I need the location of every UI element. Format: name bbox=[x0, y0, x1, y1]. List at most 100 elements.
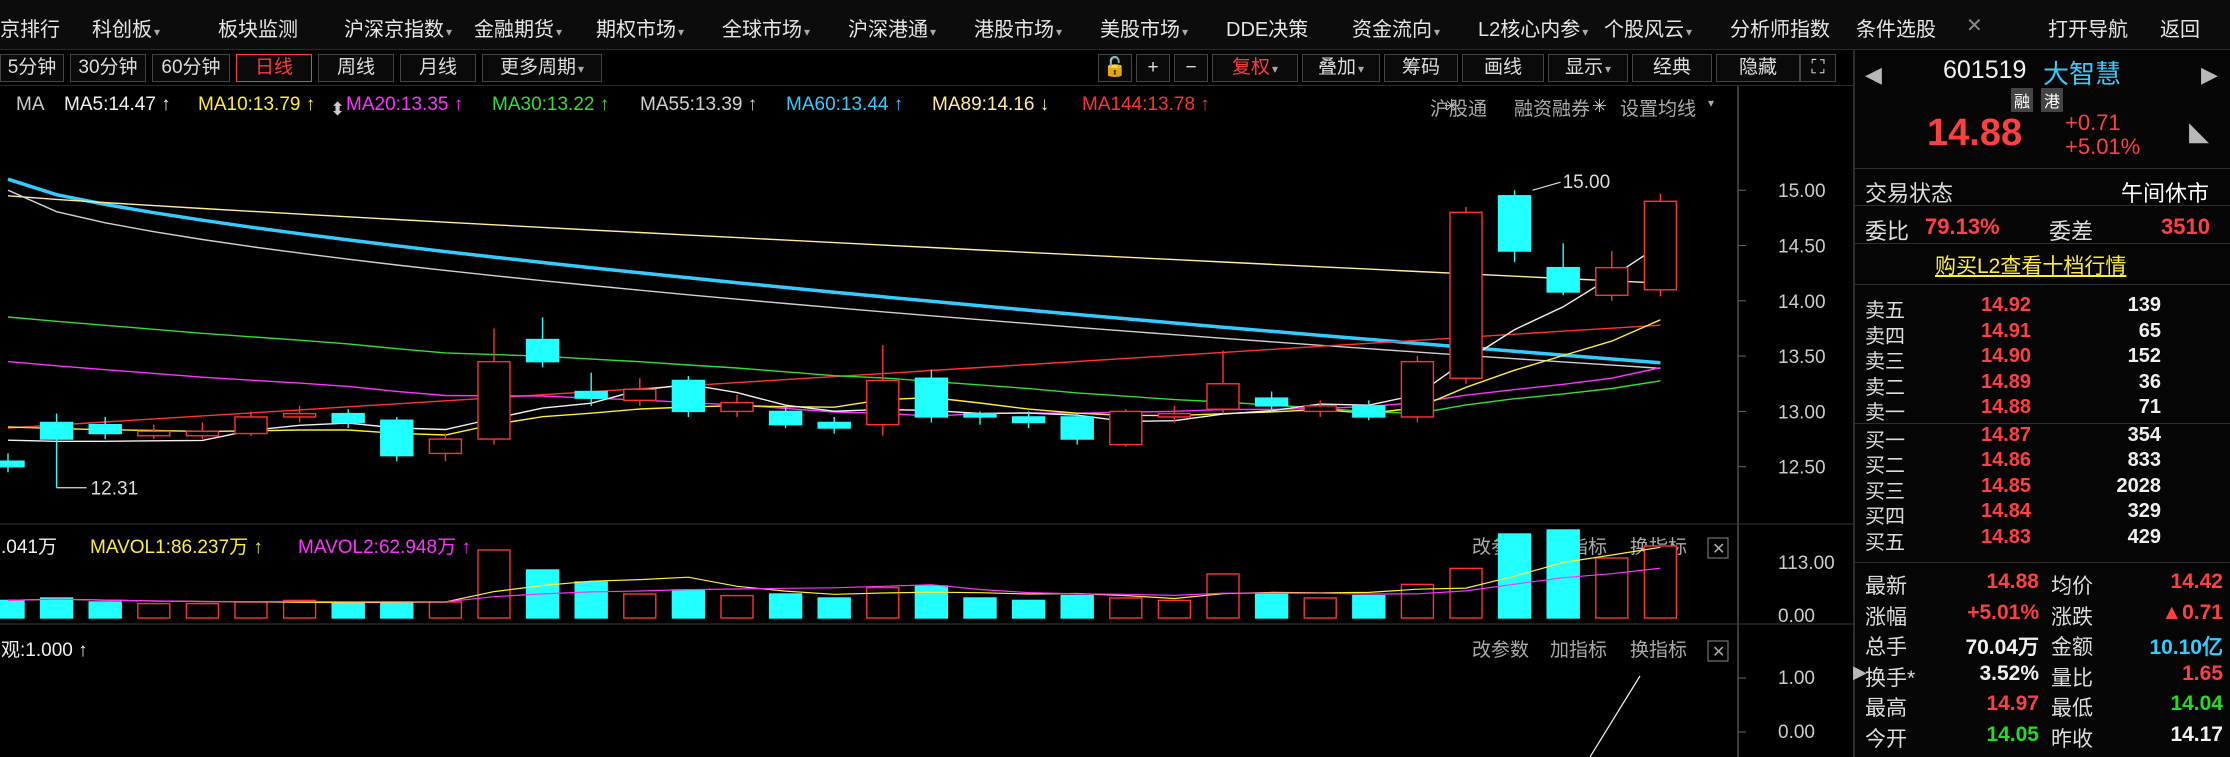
orderbook-price[interactable]: 14.89 bbox=[1981, 371, 2031, 394]
candle-body[interactable] bbox=[866, 379, 900, 426]
nav-item-8[interactable]: 港股市场 ▾ bbox=[974, 13, 1062, 42]
orderbook-price[interactable]: 14.92 bbox=[1981, 294, 2031, 317]
nav-item-5[interactable]: 期权市场 ▾ bbox=[596, 13, 684, 42]
event-marker-icon[interactable]: ⬍ bbox=[330, 99, 345, 120]
candle-body[interactable] bbox=[234, 416, 268, 435]
candle-body[interactable] bbox=[1595, 266, 1629, 296]
tool-button-0[interactable]: 复权 ▾ bbox=[1212, 54, 1298, 82]
candle-body[interactable] bbox=[1157, 412, 1192, 418]
lock-icon[interactable]: 🔓 bbox=[1098, 54, 1132, 82]
candle-body[interactable] bbox=[1546, 266, 1580, 293]
candle-body[interactable] bbox=[1109, 410, 1143, 446]
candle-body[interactable] bbox=[1352, 405, 1386, 418]
period-tab-2[interactable]: 60分钟 bbox=[152, 54, 230, 82]
ma-link-0[interactable]: 沪股通 bbox=[1430, 94, 1487, 121]
close-icon[interactable]: ✕ bbox=[1712, 642, 1725, 661]
event-marker-icon[interactable]: ✳ bbox=[1592, 96, 1607, 117]
close-icon[interactable]: ✕ bbox=[1712, 539, 1725, 558]
candle-body[interactable] bbox=[1400, 360, 1435, 418]
orderbook-price[interactable]: 14.83 bbox=[1981, 526, 2031, 549]
orderbook-price[interactable]: 14.91 bbox=[1981, 320, 2031, 343]
indicator-panel-link-0[interactable]: 改参数 bbox=[1472, 639, 1529, 661]
zoom-out-icon[interactable]: − bbox=[1174, 54, 1208, 82]
candle-body[interactable] bbox=[1254, 397, 1289, 407]
nav-item-11[interactable]: 资金流向 ▾ bbox=[1352, 13, 1440, 42]
orderbook-price[interactable]: 14.86 bbox=[1981, 449, 2031, 472]
tool-button-4[interactable]: 显示 ▾ bbox=[1548, 54, 1628, 82]
nav-item-13[interactable]: 个股风云 ▾ bbox=[1604, 13, 1692, 42]
nav-item-6[interactable]: 全球市场 ▾ bbox=[722, 13, 810, 42]
nav-item-1[interactable]: 科创板 ▾ bbox=[92, 13, 160, 42]
indicator-panel-link-2[interactable]: 换指标 bbox=[1630, 639, 1687, 661]
zoom-in-icon[interactable]: + bbox=[1136, 54, 1170, 82]
period-tab-6[interactable]: 更多周期 ▾ bbox=[482, 54, 602, 82]
candle-body[interactable] bbox=[1011, 416, 1046, 424]
nav-item-7[interactable]: 沪深港通 ▾ bbox=[848, 13, 936, 42]
fullscreen-icon[interactable]: ⛶ bbox=[1800, 54, 1836, 82]
next-stock-arrow[interactable]: ▶ bbox=[2201, 62, 2218, 88]
orderbook-price[interactable]: 14.87 bbox=[1981, 424, 2031, 447]
period-tab-0[interactable]: 5分钟 bbox=[0, 54, 64, 82]
period-tab-4[interactable]: 周线 bbox=[318, 54, 394, 82]
candle-body[interactable] bbox=[88, 423, 122, 435]
candle-body[interactable] bbox=[331, 412, 365, 424]
nav-item-0[interactable]: 京排行 bbox=[0, 13, 60, 42]
prev-stock-arrow[interactable]: ◀ bbox=[1865, 62, 1882, 88]
candle-body[interactable] bbox=[1060, 416, 1094, 440]
buy-l2-link[interactable]: 购买L2查看十档行情 bbox=[1935, 250, 2126, 280]
candle-body[interactable] bbox=[914, 377, 949, 418]
divider bbox=[1855, 168, 2230, 169]
indicator-panel-link-1[interactable]: 加指标 bbox=[1550, 639, 1607, 661]
candle-body[interactable] bbox=[623, 388, 657, 402]
tool-button-1[interactable]: 叠加 ▾ bbox=[1302, 54, 1380, 82]
ma-link-1[interactable]: 融资融券 bbox=[1514, 94, 1590, 121]
orderbook-price[interactable]: 14.88 bbox=[1981, 396, 2031, 419]
nav-item-9[interactable]: 美股市场 ▾ bbox=[1100, 13, 1188, 42]
candle-body[interactable] bbox=[428, 438, 463, 455]
candle-body[interactable] bbox=[1497, 195, 1532, 252]
nav-item-3[interactable]: 沪深京指数 ▾ bbox=[344, 13, 452, 42]
candle-body[interactable] bbox=[185, 430, 220, 437]
nav-item-10[interactable]: DDE决策 bbox=[1226, 13, 1308, 42]
orderbook-price[interactable]: 14.90 bbox=[1981, 345, 2031, 368]
ma-link-2[interactable]: 设置均线 bbox=[1620, 94, 1696, 121]
tool-button-5[interactable]: 经典 bbox=[1632, 54, 1712, 82]
nav-item-2[interactable]: 板块监测 bbox=[218, 13, 298, 42]
nav-item-14[interactable]: 分析师指数 bbox=[1730, 13, 1830, 42]
nav-item-15[interactable]: 条件选股 bbox=[1856, 13, 1936, 42]
candle-body[interactable] bbox=[1303, 405, 1337, 413]
back-button[interactable]: 返回 bbox=[2160, 13, 2200, 42]
candle-body[interactable] bbox=[525, 338, 560, 363]
candle-body[interactable] bbox=[477, 360, 511, 440]
candle-body[interactable] bbox=[574, 390, 608, 399]
detail-arrow[interactable]: ◣ bbox=[2189, 116, 2209, 147]
candle-body[interactable] bbox=[1449, 211, 1483, 379]
close-icon[interactable]: ✕ bbox=[1966, 13, 1983, 38]
expand-arrow-icon[interactable]: ▶ bbox=[1853, 662, 1867, 683]
open-nav-button[interactable]: 打开导航 bbox=[2048, 13, 2128, 42]
period-tab-3[interactable]: 日线 bbox=[236, 54, 312, 82]
period-tab-1[interactable]: 30分钟 bbox=[70, 54, 146, 82]
candle-body[interactable] bbox=[39, 421, 74, 440]
orderbook-price[interactable]: 14.84 bbox=[1981, 500, 2031, 523]
tool-button-3[interactable]: 画线 bbox=[1462, 54, 1544, 82]
tool-button-6[interactable]: 隐藏 bbox=[1716, 54, 1800, 82]
orderbook-price[interactable]: 14.85 bbox=[1981, 475, 2031, 498]
nav-item-12[interactable]: L2核心内参 ▾ bbox=[1478, 13, 1588, 42]
candle-body[interactable] bbox=[720, 401, 754, 413]
candle-body[interactable] bbox=[1643, 200, 1678, 291]
candle-body[interactable] bbox=[380, 419, 414, 457]
candle-body[interactable] bbox=[1206, 383, 1240, 410]
candle-body[interactable] bbox=[817, 421, 851, 429]
candle-body[interactable] bbox=[282, 412, 317, 418]
candle-body[interactable] bbox=[137, 430, 171, 437]
nav-item-4[interactable]: 金融期货 ▾ bbox=[474, 13, 562, 42]
candle-body[interactable] bbox=[0, 460, 25, 468]
kline-chart[interactable]: 15.00 14.50 14.00 13.50 13.00 12.50 15.00 12.31… bbox=[0, 86, 1853, 757]
tool-button-2[interactable]: 筹码 bbox=[1384, 54, 1458, 82]
ma89-line bbox=[7, 195, 1661, 284]
candle-body[interactable] bbox=[963, 412, 997, 418]
period-tab-5[interactable]: 月线 bbox=[400, 54, 476, 82]
candle-body[interactable] bbox=[768, 410, 803, 426]
candle-body[interactable] bbox=[671, 379, 706, 413]
